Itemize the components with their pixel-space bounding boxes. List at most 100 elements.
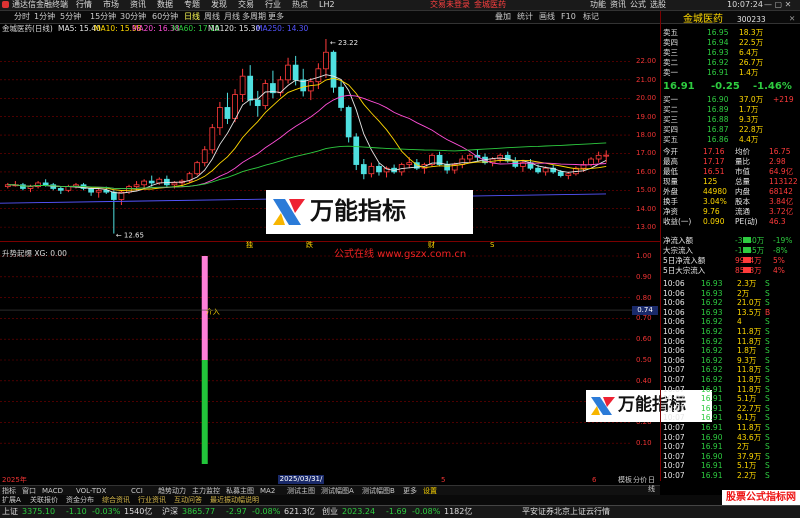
bid-row[interactable]: 买五 16.86 4.4万 [661, 135, 800, 144]
tick-row[interactable]: 10:07 16.91 11.8万 S [661, 385, 800, 394]
indicator-chart[interactable]: 介入 [0, 248, 632, 474]
tick-time: 10:06 [663, 307, 685, 317]
period-tab-5[interactable]: 60分钟 [152, 12, 178, 22]
ask-row[interactable]: 卖三 16.93 6.4万 [661, 48, 800, 57]
tool-4[interactable]: 标记 [583, 12, 599, 22]
tick-row[interactable]: 10:07 16.91 9.1万 S [661, 413, 800, 422]
price-tick: 15.00 [636, 186, 657, 195]
tool-2[interactable]: 画线 [539, 12, 555, 22]
close-panel-icon[interactable]: ✕ [789, 14, 795, 23]
panel-tab-0[interactable]: 模板 [618, 476, 632, 485]
menu-item-2[interactable]: 资讯 [130, 0, 146, 10]
indicator-tick: 1.00 [636, 252, 652, 260]
period-tab-0[interactable]: 分时 [14, 12, 30, 22]
menu-item-6[interactable]: 交易 [238, 0, 254, 10]
event-marker-1[interactable]: 跌 [306, 241, 313, 249]
tool-0[interactable]: 叠加 [495, 12, 511, 22]
period-tab-4[interactable]: 30分钟 [120, 12, 146, 22]
bid-row[interactable]: 买三 16.88 9.3万 [661, 115, 800, 124]
candle-body [194, 162, 201, 175]
period-tab-2[interactable]: 5分钟 [60, 12, 81, 22]
tick-row[interactable]: 10:06 16.92 4 S [661, 317, 800, 326]
menu-item-7[interactable]: 行业 [265, 0, 281, 10]
tick-row[interactable]: 10:06 16.93 2.3万 S [661, 279, 800, 288]
candle-body [595, 154, 602, 160]
period-tab-7[interactable]: 周线 [204, 12, 220, 22]
menu-tail-item-3[interactable]: 选股 [650, 0, 666, 10]
menu-item-4[interactable]: 专题 [184, 0, 200, 10]
panel-tab-2[interactable]: 日线 [648, 476, 660, 494]
period-tab-10[interactable]: 更多 [268, 12, 284, 22]
tick-row[interactable]: 10:07 16.91 11.8万 S [661, 423, 800, 432]
ask-row[interactable]: 卖四 16.94 22.5万 [661, 38, 800, 47]
price-tick: 17.00 [636, 149, 657, 158]
tick-volume: 9.1万 [737, 413, 757, 423]
period-tab-3[interactable]: 15分钟 [90, 12, 116, 22]
tick-row[interactable]: 10:07 16.90 43.6万 S [661, 433, 800, 442]
menu-item-1[interactable]: 市场 [103, 0, 119, 10]
tick-row[interactable]: 10:06 16.92 11.8万 S [661, 327, 800, 336]
ext-tab-5[interactable]: 互动问答 [174, 495, 202, 505]
stat-row: 今开 17.16 均价 16.75 [661, 147, 800, 156]
bid-row[interactable]: 买二 16.89 1.7万 [661, 105, 800, 114]
menu-item-9[interactable]: LH2 [319, 0, 335, 10]
menu-tail-item-2[interactable]: 公式 [630, 0, 646, 10]
tick-row[interactable]: 10:07 16.91 22.7万 S [661, 404, 800, 413]
tick-row[interactable]: 10:06 16.93 2万 S [661, 289, 800, 298]
tick-row[interactable]: 10:06 16.92 11.8万 S [661, 337, 800, 346]
tool-1[interactable]: 统计 [517, 12, 533, 22]
tick-row[interactable]: 10:06 16.93 13.5万 B [661, 308, 800, 317]
period-tab-9[interactable]: 多周期 [242, 12, 266, 22]
stock-name-link[interactable]: 金城医药 [474, 0, 506, 10]
index-label[interactable]: 沪深 [162, 507, 178, 517]
tick-time: 10:06 [663, 327, 685, 336]
tick-row[interactable]: 10:07 16.92 11.8万 S [661, 365, 800, 374]
ext-tab-4[interactable]: 行业资讯 [138, 495, 166, 505]
chart-tools: 叠加 统计 画线 F10 标记 [495, 11, 660, 23]
period-tab-1[interactable]: 1分钟 [34, 12, 55, 22]
function-menu: 功能 资讯 公式 选股 [590, 0, 710, 10]
ext-tab-6[interactable]: 最近振动幅说明 [210, 495, 259, 505]
menu-item-8[interactable]: 热点 [292, 0, 308, 10]
tick-row[interactable]: 10:06 16.92 1.8万 S [661, 346, 800, 355]
ask-price: 16.95 [707, 28, 729, 37]
tick-row[interactable]: 10:07 16.91 5.1万 S [661, 461, 800, 470]
tool-3[interactable]: F10 [561, 12, 576, 22]
tick-row[interactable]: 10:07 16.91 2.2万 S [661, 471, 800, 480]
event-marker-3[interactable]: S [490, 241, 494, 249]
menu-item-0[interactable]: 行情 [76, 0, 92, 10]
stat-row: 现量 125 总量 113122 [661, 177, 800, 186]
panel-tab-1[interactable]: 分价 [633, 476, 647, 485]
window-controls[interactable]: — ▢ ✕ [764, 0, 791, 10]
tick-row[interactable]: 10:07 16.92 11.8万 S [661, 375, 800, 384]
event-marker-0[interactable]: 独 [246, 241, 253, 249]
period-tab-8[interactable]: 月线 [224, 12, 240, 22]
ask-row[interactable]: 卖一 16.91 1.4万 [661, 68, 800, 77]
indicator-axis: 1.000.900.800.700.600.500.400.300.200.10… [632, 248, 660, 474]
tick-row[interactable]: 10:07 16.90 37.9万 S [661, 452, 800, 461]
menu-item-3[interactable]: 数据 [157, 0, 173, 10]
index-label[interactable]: 创业 [322, 507, 338, 517]
brand-logo-icon-2 [591, 397, 615, 415]
menu-tail-item-0[interactable]: 功能 [590, 0, 606, 10]
tick-row[interactable]: 10:06 16.92 21.0万 S [661, 298, 800, 307]
ext-tab-3[interactable]: 综合资讯 [102, 495, 130, 505]
ask-row[interactable]: 卖二 16.92 26.7万 [661, 58, 800, 67]
indicator-tick: 0.40 [636, 376, 652, 385]
ask-row[interactable]: 卖五 16.95 18.3万 [661, 28, 800, 37]
tick-row[interactable]: 10:06 16.92 9.3万 S [661, 356, 800, 365]
index-label[interactable]: 上证 [2, 507, 18, 517]
trade-login-link[interactable]: 交易未登录 [430, 0, 470, 10]
candle-body [141, 180, 147, 186]
ext-tab-0[interactable]: 扩展A [2, 495, 21, 505]
menu-tail-item-1[interactable]: 资讯 [610, 0, 626, 10]
ext-tab-2[interactable]: 资金分布 [66, 495, 94, 505]
tick-row[interactable]: 10:07 16.91 5.1万 S [661, 394, 800, 403]
event-marker-2[interactable]: 财 [428, 241, 435, 249]
menu-item-5[interactable]: 发现 [211, 0, 227, 10]
period-tab-6[interactable]: 日线 [184, 12, 200, 22]
bid-row[interactable]: 买四 16.87 22.8万 [661, 125, 800, 134]
ext-tab-1[interactable]: 关联报价 [30, 495, 58, 505]
bid-row[interactable]: 买一 16.90 37.0万 +219 [661, 95, 800, 104]
tick-row[interactable]: 10:07 16.91 2万 S [661, 442, 800, 451]
